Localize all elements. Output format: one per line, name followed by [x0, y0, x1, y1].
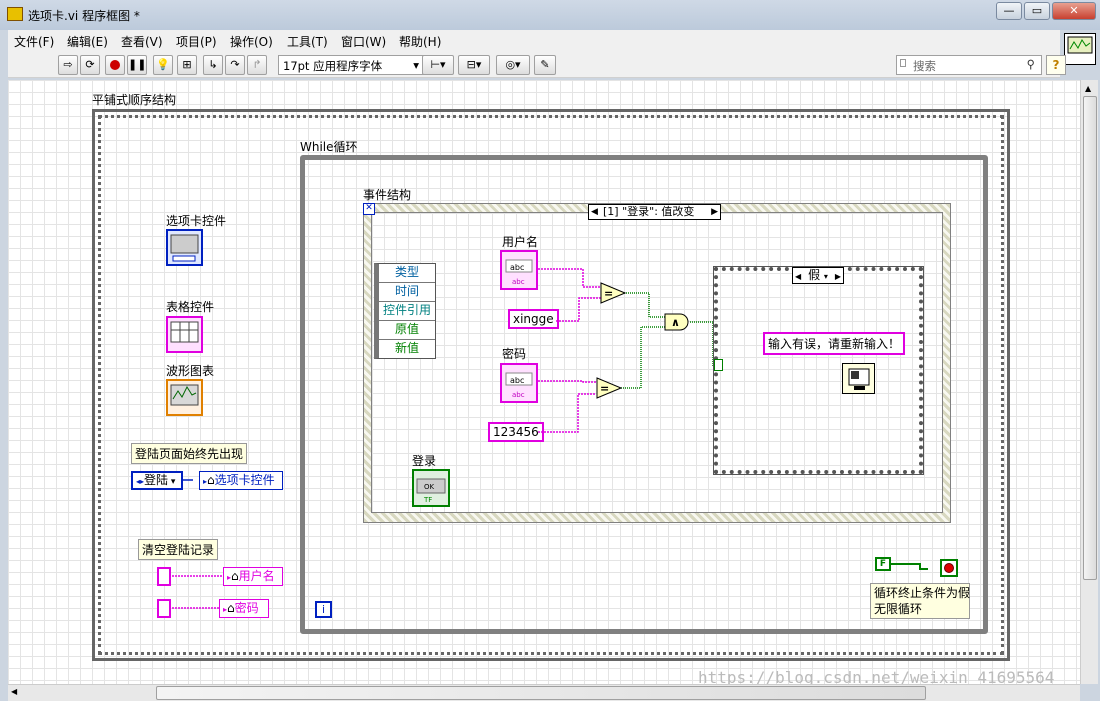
dropdown-arrow-icon: ▾ — [413, 58, 419, 72]
font-value: 17pt 应用程序字体 — [283, 59, 383, 73]
wire-xingge-to-eq — [556, 297, 604, 322]
svg-text:=: = — [604, 287, 613, 300]
minimize-button[interactable]: — — [996, 2, 1022, 20]
case-structure[interactable] — [713, 266, 924, 475]
menu-help[interactable]: 帮助(H) — [399, 33, 441, 50]
menu-project[interactable]: 项目(P) — [176, 33, 217, 50]
pwd-local-variable[interactable]: ▸⌂密码 — [219, 599, 269, 618]
block-diagram[interactable]: 平铺式顺序结构 While循环 i 事件结构 ✕ ◀ [1] "登录": 值改变… — [8, 80, 1080, 684]
comment-clear-login: 清空登陆记录 — [138, 539, 219, 560]
equal-node-username[interactable]: = — [600, 282, 627, 304]
house-icon: ⌂ — [207, 473, 215, 487]
tab-local-name: 选项卡控件 — [214, 473, 275, 487]
prev-case-icon[interactable]: ◀ — [795, 269, 801, 284]
run-arrow-icon[interactable]: ⇨ — [58, 55, 78, 75]
menu-tools[interactable]: 工具(T) — [287, 33, 328, 50]
window-title: 选项卡.vi 程序框图 * — [28, 9, 140, 23]
login-enum-constant[interactable]: ◂▸登陆 ▾ — [131, 471, 183, 490]
vertical-scroll-thumb[interactable] — [1083, 96, 1097, 580]
user-local-variable[interactable]: ▸⌂用户名 — [223, 567, 283, 586]
comment-login-first: 登陆页面始终先出现 — [131, 443, 248, 464]
horizontal-scroll-thumb[interactable] — [156, 686, 926, 700]
tab-local-variable[interactable]: ▸⌂选项卡控件 — [199, 471, 283, 490]
next-case-icon[interactable]: ▶ — [835, 269, 841, 284]
error-message-constant[interactable]: 输入有误，请重新输入！ — [763, 332, 906, 355]
menu-edit[interactable]: 编辑(E) — [67, 33, 108, 50]
one-button-dialog-icon[interactable] — [842, 363, 875, 394]
wire-password-to-eq — [538, 380, 596, 383]
reorder-icon[interactable]: ◎▾ — [496, 55, 530, 75]
pwd-local-name: 密码 — [234, 601, 259, 615]
wire-eq2-to-and — [619, 326, 666, 389]
tab-control-terminal[interactable] — [166, 229, 203, 266]
cleanup-diagram-icon[interactable]: ✎ — [534, 55, 556, 75]
vi-icon — [7, 7, 23, 21]
font-selector[interactable]: 17pt 应用程序字体 ▾ — [278, 55, 424, 75]
wire-username-to-eq — [538, 268, 604, 288]
search-icon: ⚲ — [1026, 57, 1035, 71]
loop-condition-terminal[interactable] — [940, 559, 958, 577]
search-field-icon — [900, 59, 906, 67]
tab-control-label: 选项卡控件 — [166, 214, 227, 228]
table-label: 表格控件 — [166, 300, 215, 314]
house-icon: ⌂ — [231, 569, 239, 583]
align-objects-icon[interactable]: ⊢▾ — [422, 55, 454, 75]
menu-window[interactable]: 窗口(W) — [341, 33, 386, 50]
case-selector-terminal[interactable] — [714, 359, 723, 371]
watermark: https://blog.csdn.net/weixin_41695564 — [698, 668, 1055, 684]
waveform-label: 波形图表 — [166, 364, 215, 378]
close-button[interactable]: ✕ — [1052, 2, 1096, 20]
wire-123456-to-eq — [538, 393, 596, 433]
step-into-icon[interactable]: ↳ — [203, 55, 223, 75]
enum-dropdown-icon: ▾ — [168, 477, 176, 487]
run-continuously-icon[interactable]: ⟳ — [80, 55, 100, 75]
vertical-scrollbar[interactable]: ▲ — [1080, 80, 1098, 684]
pause-icon[interactable]: ❚❚ — [127, 55, 147, 75]
equal-node-password[interactable]: = — [596, 377, 623, 399]
empty-string-constant-user[interactable] — [157, 567, 171, 586]
search-placeholder: 搜索 — [913, 59, 936, 73]
loop-comment: 循环终止条件为假 无限循环 — [870, 583, 970, 619]
connector-pane-icon[interactable] — [1064, 33, 1096, 65]
enum-arrows-icon: ◂▸ — [136, 477, 145, 486]
wire-eq1-to-and — [624, 292, 666, 318]
scroll-up-icon[interactable]: ▲ — [1085, 84, 1091, 93]
case-dropdown-icon: ▾ — [823, 272, 828, 281]
case-selector-value: 假 — [808, 268, 821, 282]
svg-text:=: = — [600, 382, 609, 395]
distribute-objects-icon[interactable]: ⊟▾ — [458, 55, 490, 75]
wire-and-to-case — [690, 321, 716, 368]
menu-view[interactable]: 查看(V) — [121, 33, 163, 50]
highlight-execution-icon[interactable]: 💡 — [153, 55, 173, 75]
loop-comment-line2: 无限循环 — [874, 602, 923, 616]
maximize-button[interactable]: ▭ — [1024, 2, 1050, 20]
wire-false-to-stop — [891, 563, 928, 570]
waveform-chart-terminal[interactable] — [166, 379, 203, 416]
scroll-left-icon[interactable]: ◀ — [11, 687, 17, 696]
empty-string-constant-pwd[interactable] — [157, 599, 171, 618]
false-constant[interactable]: F — [875, 557, 891, 571]
stop-icon — [944, 563, 954, 573]
step-out-icon[interactable]: ↱ — [247, 55, 267, 75]
enum-value: 登陆 — [144, 473, 169, 487]
retain-wire-values-icon[interactable]: ⊞ — [177, 55, 197, 75]
menu-operate[interactable]: 操作(O) — [230, 33, 273, 50]
and-node[interactable]: ∧ — [664, 313, 692, 331]
loop-comment-line1: 循环终止条件为假 — [874, 586, 971, 600]
step-over-icon[interactable]: ↷ — [225, 55, 245, 75]
toolbar: ⇨ ⟳ ❚❚ 💡 ⊞ ↳ ↷ ↱ 17pt 应用程序字体 ▾ ⊢▾ ⊟▾ ◎▾ ✎… — [8, 52, 1066, 78]
title-bar: 选项卡.vi 程序框图 * — ▭ ✕ — [0, 0, 1100, 30]
horizontal-scrollbar[interactable]: ◀ — [8, 684, 1080, 701]
abort-icon[interactable] — [105, 55, 125, 75]
case-selector[interactable]: ◀ 假 ▾ ▶ — [792, 267, 844, 284]
user-local-name: 用户名 — [238, 569, 275, 583]
menu-bar: 文件(F) 编辑(E) 查看(V) 项目(P) 操作(O) 工具(T) 窗口(W… — [8, 30, 1060, 52]
table-control-terminal[interactable] — [166, 316, 203, 353]
search-input[interactable]: 搜索 ⚲ — [896, 55, 1042, 75]
context-help-icon[interactable]: ? — [1046, 55, 1066, 75]
house-icon: ⌂ — [227, 601, 235, 615]
menu-file[interactable]: 文件(F) — [14, 33, 54, 50]
and-symbol: ∧ — [671, 316, 680, 329]
